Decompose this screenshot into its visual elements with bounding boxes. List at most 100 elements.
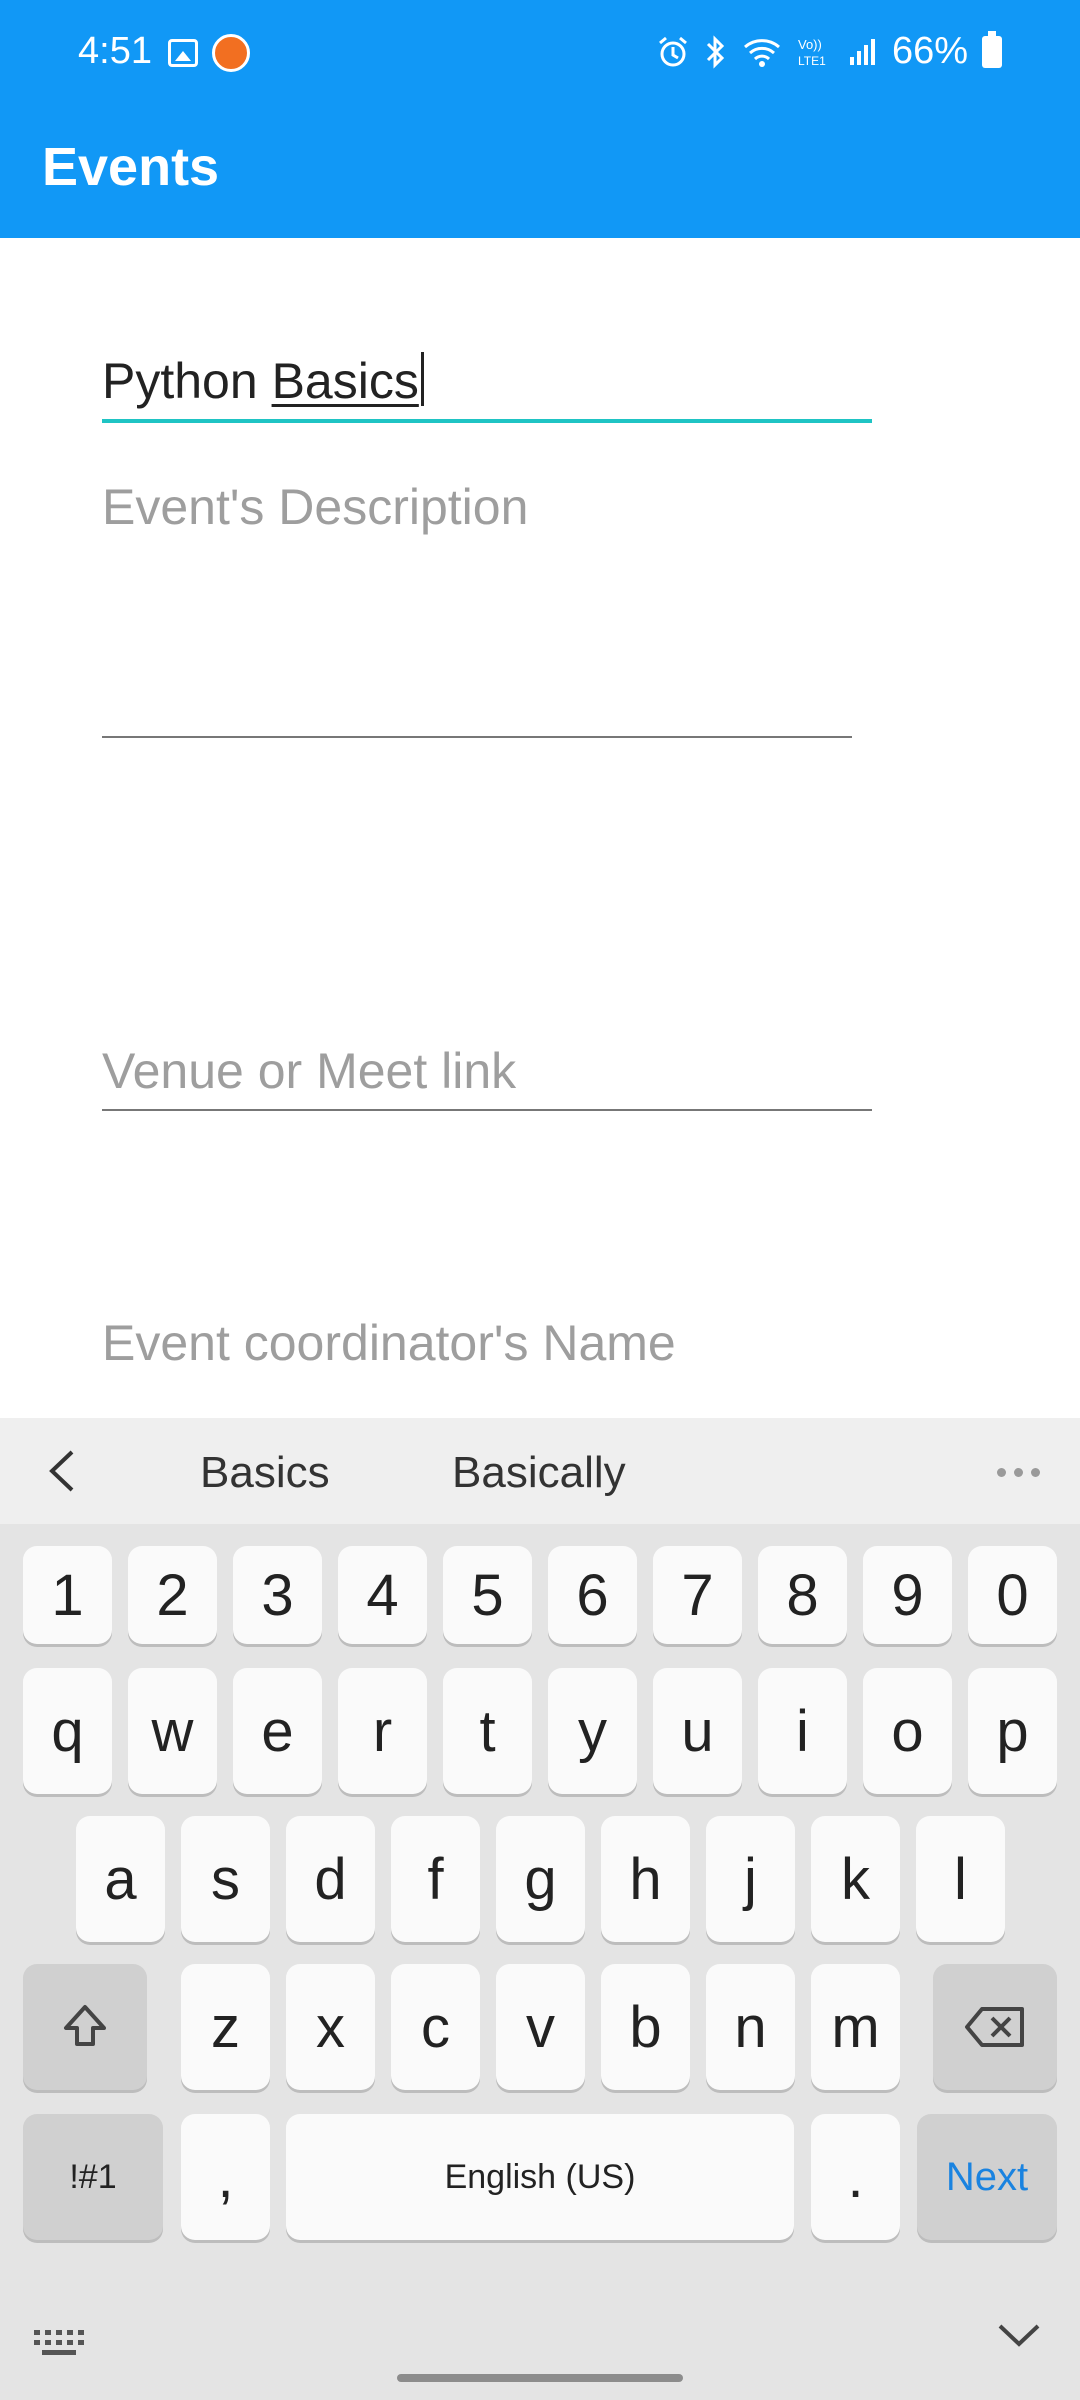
description-underline	[102, 736, 852, 738]
bluetooth-icon	[706, 34, 725, 69]
key-r-label: r	[372, 1698, 393, 1764]
key-4[interactable]: 4	[338, 1546, 427, 1644]
gallery-icon	[168, 39, 198, 67]
key-d[interactable]: d	[286, 1816, 375, 1942]
suggestion-2[interactable]: Basically	[452, 1448, 626, 1498]
key-r[interactable]: r	[338, 1668, 427, 1794]
key-z[interactable]: z	[181, 1964, 270, 2090]
key-l-label: l	[954, 1846, 967, 1912]
key-1[interactable]: 1	[23, 1546, 112, 1644]
key-j[interactable]: j	[706, 1816, 795, 1942]
key-1-label: 1	[51, 1562, 84, 1628]
key-8[interactable]: 8	[758, 1546, 847, 1644]
battery-percent: 66%	[891, 30, 968, 72]
key-i[interactable]: i	[758, 1668, 847, 1794]
comma-key[interactable]: ,	[181, 2114, 270, 2240]
key-c[interactable]: c	[391, 1964, 480, 2090]
venue-field[interactable]: Venue or Meet link	[102, 1042, 516, 1100]
key-6-label: 6	[576, 1562, 609, 1628]
signal-icon	[849, 38, 875, 65]
key-y[interactable]: y	[548, 1668, 637, 1794]
page-title: Events	[42, 137, 220, 197]
symbols-key-label: !#1	[69, 2157, 117, 2196]
key-d-label: d	[314, 1846, 347, 1912]
key-h[interactable]: h	[601, 1816, 690, 1942]
key-f-label: f	[427, 1846, 444, 1912]
key-v[interactable]: v	[496, 1964, 585, 2090]
key-j-label: j	[744, 1846, 757, 1912]
key-v-label: v	[526, 1994, 555, 2060]
hide-keyboard-icon[interactable]	[996, 2320, 1042, 2350]
svg-text:LTE1: LTE1	[798, 54, 826, 68]
shift-key[interactable]	[23, 1964, 147, 2090]
key-n[interactable]: n	[706, 1964, 795, 2090]
key-9[interactable]: 9	[863, 1546, 952, 1644]
period-key-label: .	[847, 2144, 864, 2210]
description-placeholder: Event's Description	[102, 479, 529, 535]
key-6[interactable]: 6	[548, 1546, 637, 1644]
key-k[interactable]: k	[811, 1816, 900, 1942]
key-x[interactable]: x	[286, 1964, 375, 2090]
coordinator-field[interactable]: Event coordinator's Name	[102, 1314, 676, 1372]
key-3-label: 3	[261, 1562, 294, 1628]
key-w-label: w	[151, 1698, 194, 1764]
key-2-label: 2	[156, 1562, 189, 1628]
key-o-label: o	[891, 1698, 924, 1764]
key-p[interactable]: p	[968, 1668, 1057, 1794]
key-5[interactable]: 5	[443, 1546, 532, 1644]
more-options-icon[interactable]	[997, 1468, 1040, 1477]
key-7[interactable]: 7	[653, 1546, 742, 1644]
venue-placeholder: Venue or Meet link	[102, 1043, 517, 1099]
key-a[interactable]: a	[76, 1816, 165, 1942]
key-u-label: u	[681, 1698, 714, 1764]
key-8-label: 8	[786, 1562, 819, 1628]
keyboard-icon[interactable]	[34, 2330, 84, 2358]
key-9-label: 9	[891, 1562, 924, 1628]
key-t[interactable]: t	[443, 1668, 532, 1794]
key-g-label: g	[524, 1846, 557, 1912]
key-z-label: z	[211, 1994, 240, 2060]
key-l[interactable]: l	[916, 1816, 1005, 1942]
event-name-prefix: Python	[102, 353, 272, 409]
next-button[interactable]: Next	[917, 2114, 1057, 2240]
key-q[interactable]: q	[23, 1668, 112, 1794]
key-0[interactable]: 0	[968, 1546, 1057, 1644]
chevron-left-icon[interactable]	[44, 1448, 80, 1494]
space-key[interactable]: English (US)	[286, 2114, 794, 2240]
key-5-label: 5	[471, 1562, 504, 1628]
volte-icon: Vo)) LTE1	[798, 37, 826, 68]
key-h-label: h	[629, 1846, 662, 1912]
event-name-field[interactable]: Python Basics	[102, 352, 424, 410]
comma-key-label: ,	[217, 2144, 234, 2210]
key-f[interactable]: f	[391, 1816, 480, 1942]
key-a-label: a	[104, 1846, 137, 1912]
symbols-key[interactable]: !#1	[23, 2114, 163, 2240]
key-g[interactable]: g	[496, 1816, 585, 1942]
description-field[interactable]: Event's Description	[102, 478, 528, 536]
space-key-label: English (US)	[444, 2157, 636, 2196]
key-s[interactable]: s	[181, 1816, 270, 1942]
key-s-label: s	[211, 1846, 240, 1912]
key-4-label: 4	[366, 1562, 399, 1628]
suggestion-1[interactable]: Basics	[200, 1448, 330, 1498]
key-m[interactable]: m	[811, 1964, 900, 2090]
key-k-label: k	[841, 1846, 870, 1912]
key-b[interactable]: b	[601, 1964, 690, 2090]
key-7-label: 7	[681, 1562, 714, 1628]
key-e-label: e	[261, 1698, 294, 1764]
key-3[interactable]: 3	[233, 1546, 322, 1644]
wifi-icon	[743, 38, 780, 67]
svg-text:Vo)): Vo))	[798, 37, 822, 52]
key-2[interactable]: 2	[128, 1546, 217, 1644]
key-w[interactable]: w	[128, 1668, 217, 1794]
key-e[interactable]: e	[233, 1668, 322, 1794]
key-y-label: y	[578, 1698, 607, 1764]
status-bar: 4:51 Vo)) LTE1 66%	[0, 0, 1080, 110]
event-name-word: Basics	[271, 353, 419, 409]
key-o[interactable]: o	[863, 1668, 952, 1794]
period-key[interactable]: .	[811, 2114, 900, 2240]
key-u[interactable]: u	[653, 1668, 742, 1794]
backspace-key[interactable]	[933, 1964, 1057, 2090]
key-x-label: x	[316, 1994, 345, 2060]
home-indicator[interactable]	[397, 2374, 683, 2382]
